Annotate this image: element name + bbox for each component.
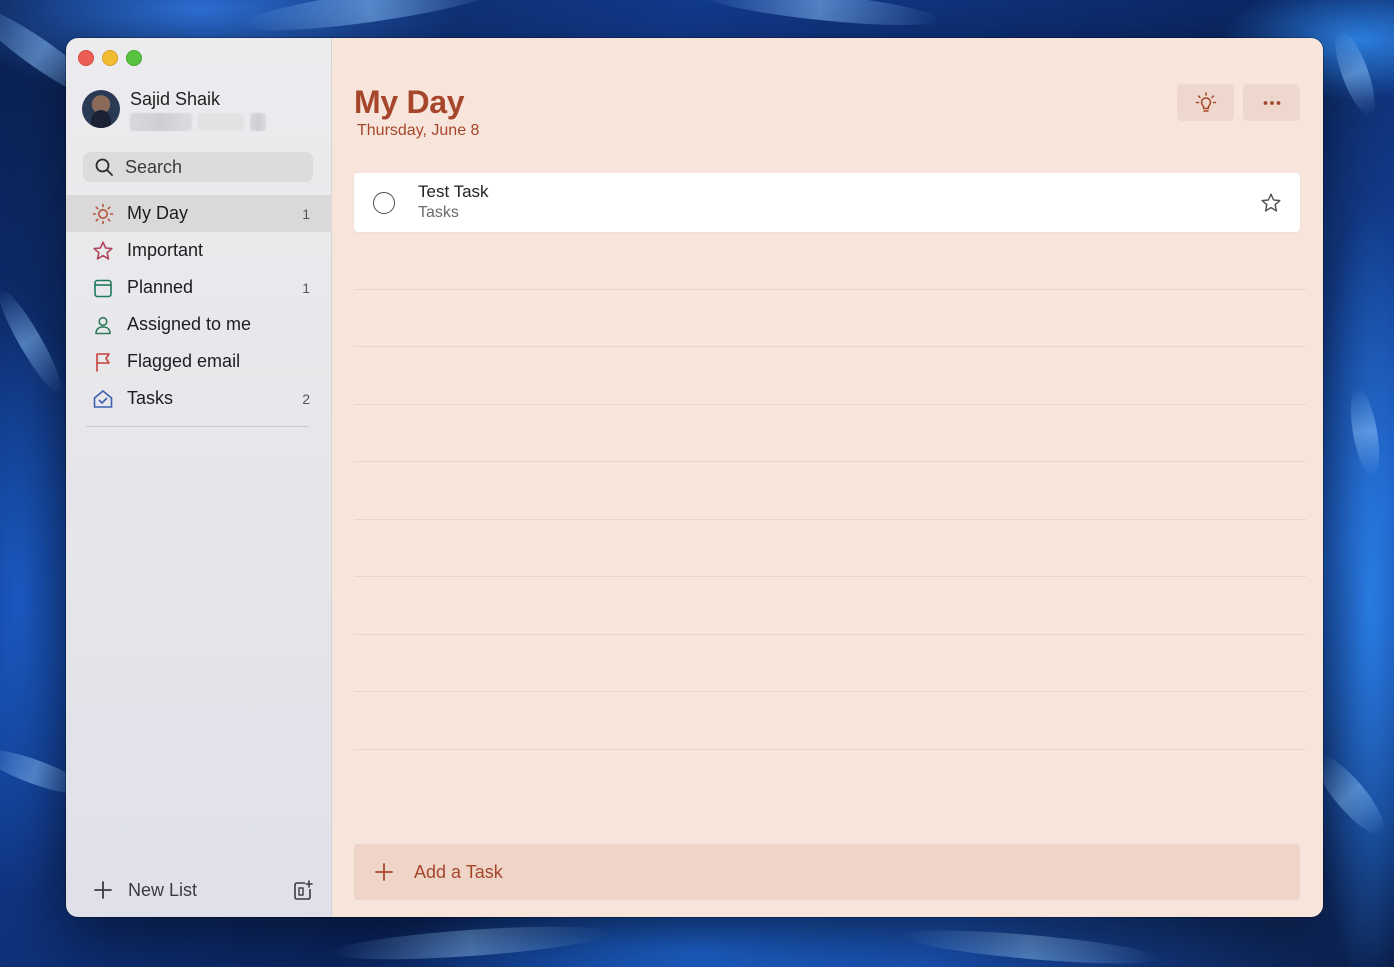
calendar-icon xyxy=(92,277,114,299)
sun-icon xyxy=(92,203,114,225)
page-title: My Day xyxy=(354,84,465,120)
wallpaper-streak xyxy=(329,920,611,966)
sidebar-item-label: Flagged email xyxy=(127,351,241,371)
new-list-label: New List xyxy=(128,879,198,900)
plus-icon xyxy=(374,862,394,882)
add-task-label: Add a Task xyxy=(414,861,503,882)
zoom-window-button[interactable] xyxy=(126,50,142,66)
wallpaper-streak xyxy=(1327,26,1383,120)
sidebar-item-assigned-to-me[interactable]: Assigned to me xyxy=(66,306,332,343)
sidebar-item-planned[interactable]: Planned 1 xyxy=(66,269,332,306)
sidebar-item-count: 1 xyxy=(302,205,310,222)
app-window: Sajid Shaik Search My Day 1 Important Pl… xyxy=(66,38,1323,917)
new-group-icon[interactable] xyxy=(292,879,314,901)
wallpaper-streak xyxy=(1345,385,1385,479)
page-date: Thursday, June 8 xyxy=(357,122,480,139)
profile-email-redacted xyxy=(130,113,266,131)
new-list-button[interactable]: New List xyxy=(92,879,292,901)
search-label: Search xyxy=(125,156,183,177)
sidebar-item-tasks[interactable]: Tasks 2 xyxy=(66,380,332,417)
sidebar-item-count: 2 xyxy=(302,390,310,407)
person-icon xyxy=(92,314,114,336)
account-profile[interactable]: Sajid Shaik xyxy=(82,89,266,131)
sidebar-nav: My Day 1 Important Planned 1 Assigned to… xyxy=(66,195,332,417)
minimize-window-button[interactable] xyxy=(102,50,118,66)
sidebar: Sajid Shaik Search My Day 1 Important Pl… xyxy=(66,38,332,917)
star-icon xyxy=(92,240,114,262)
wallpaper-streak xyxy=(699,0,941,33)
sidebar-divider xyxy=(86,426,309,427)
sidebar-item-label: Tasks xyxy=(127,388,174,408)
sidebar-item-important[interactable]: Important xyxy=(66,232,332,269)
more-options-button[interactable] xyxy=(1243,84,1300,121)
add-task-input[interactable]: Add a Task xyxy=(354,844,1300,900)
home-check-icon xyxy=(92,388,114,410)
search-field[interactable]: Search xyxy=(83,152,313,182)
task-title: Test Task xyxy=(418,182,489,201)
wallpaper-streak xyxy=(899,923,1161,967)
sidebar-item-my-day[interactable]: My Day 1 xyxy=(66,195,332,232)
ellipsis-icon xyxy=(1263,100,1280,105)
sidebar-item-count: 1 xyxy=(302,279,310,296)
sidebar-item-label: Planned xyxy=(127,277,194,297)
sidebar-item-flagged-email[interactable]: Flagged email xyxy=(66,343,332,380)
task-item[interactable]: Test Task Tasks xyxy=(354,173,1300,232)
lightbulb-icon xyxy=(1195,91,1216,112)
window-controls xyxy=(78,50,142,66)
task-complete-checkbox[interactable] xyxy=(373,191,395,214)
plus-icon xyxy=(94,881,112,899)
search-icon xyxy=(95,158,113,176)
task-list-name: Tasks xyxy=(418,204,459,221)
star-icon[interactable] xyxy=(1260,192,1282,214)
sidebar-item-label: Assigned to me xyxy=(127,314,252,334)
wallpaper-streak xyxy=(0,283,70,399)
sidebar-item-label: My Day xyxy=(127,203,189,223)
flag-icon xyxy=(92,351,114,373)
sidebar-footer: New List xyxy=(92,879,314,901)
sidebar-item-label: Important xyxy=(127,240,204,260)
suggestions-button[interactable] xyxy=(1177,84,1234,121)
wallpaper-streak xyxy=(239,0,501,40)
profile-name: Sajid Shaik xyxy=(130,89,221,109)
close-window-button[interactable] xyxy=(78,50,94,66)
avatar xyxy=(82,90,120,128)
empty-task-lines xyxy=(354,232,1306,750)
main-pane: My Day Thursday, June 8 Test Task Tasks … xyxy=(332,38,1323,917)
